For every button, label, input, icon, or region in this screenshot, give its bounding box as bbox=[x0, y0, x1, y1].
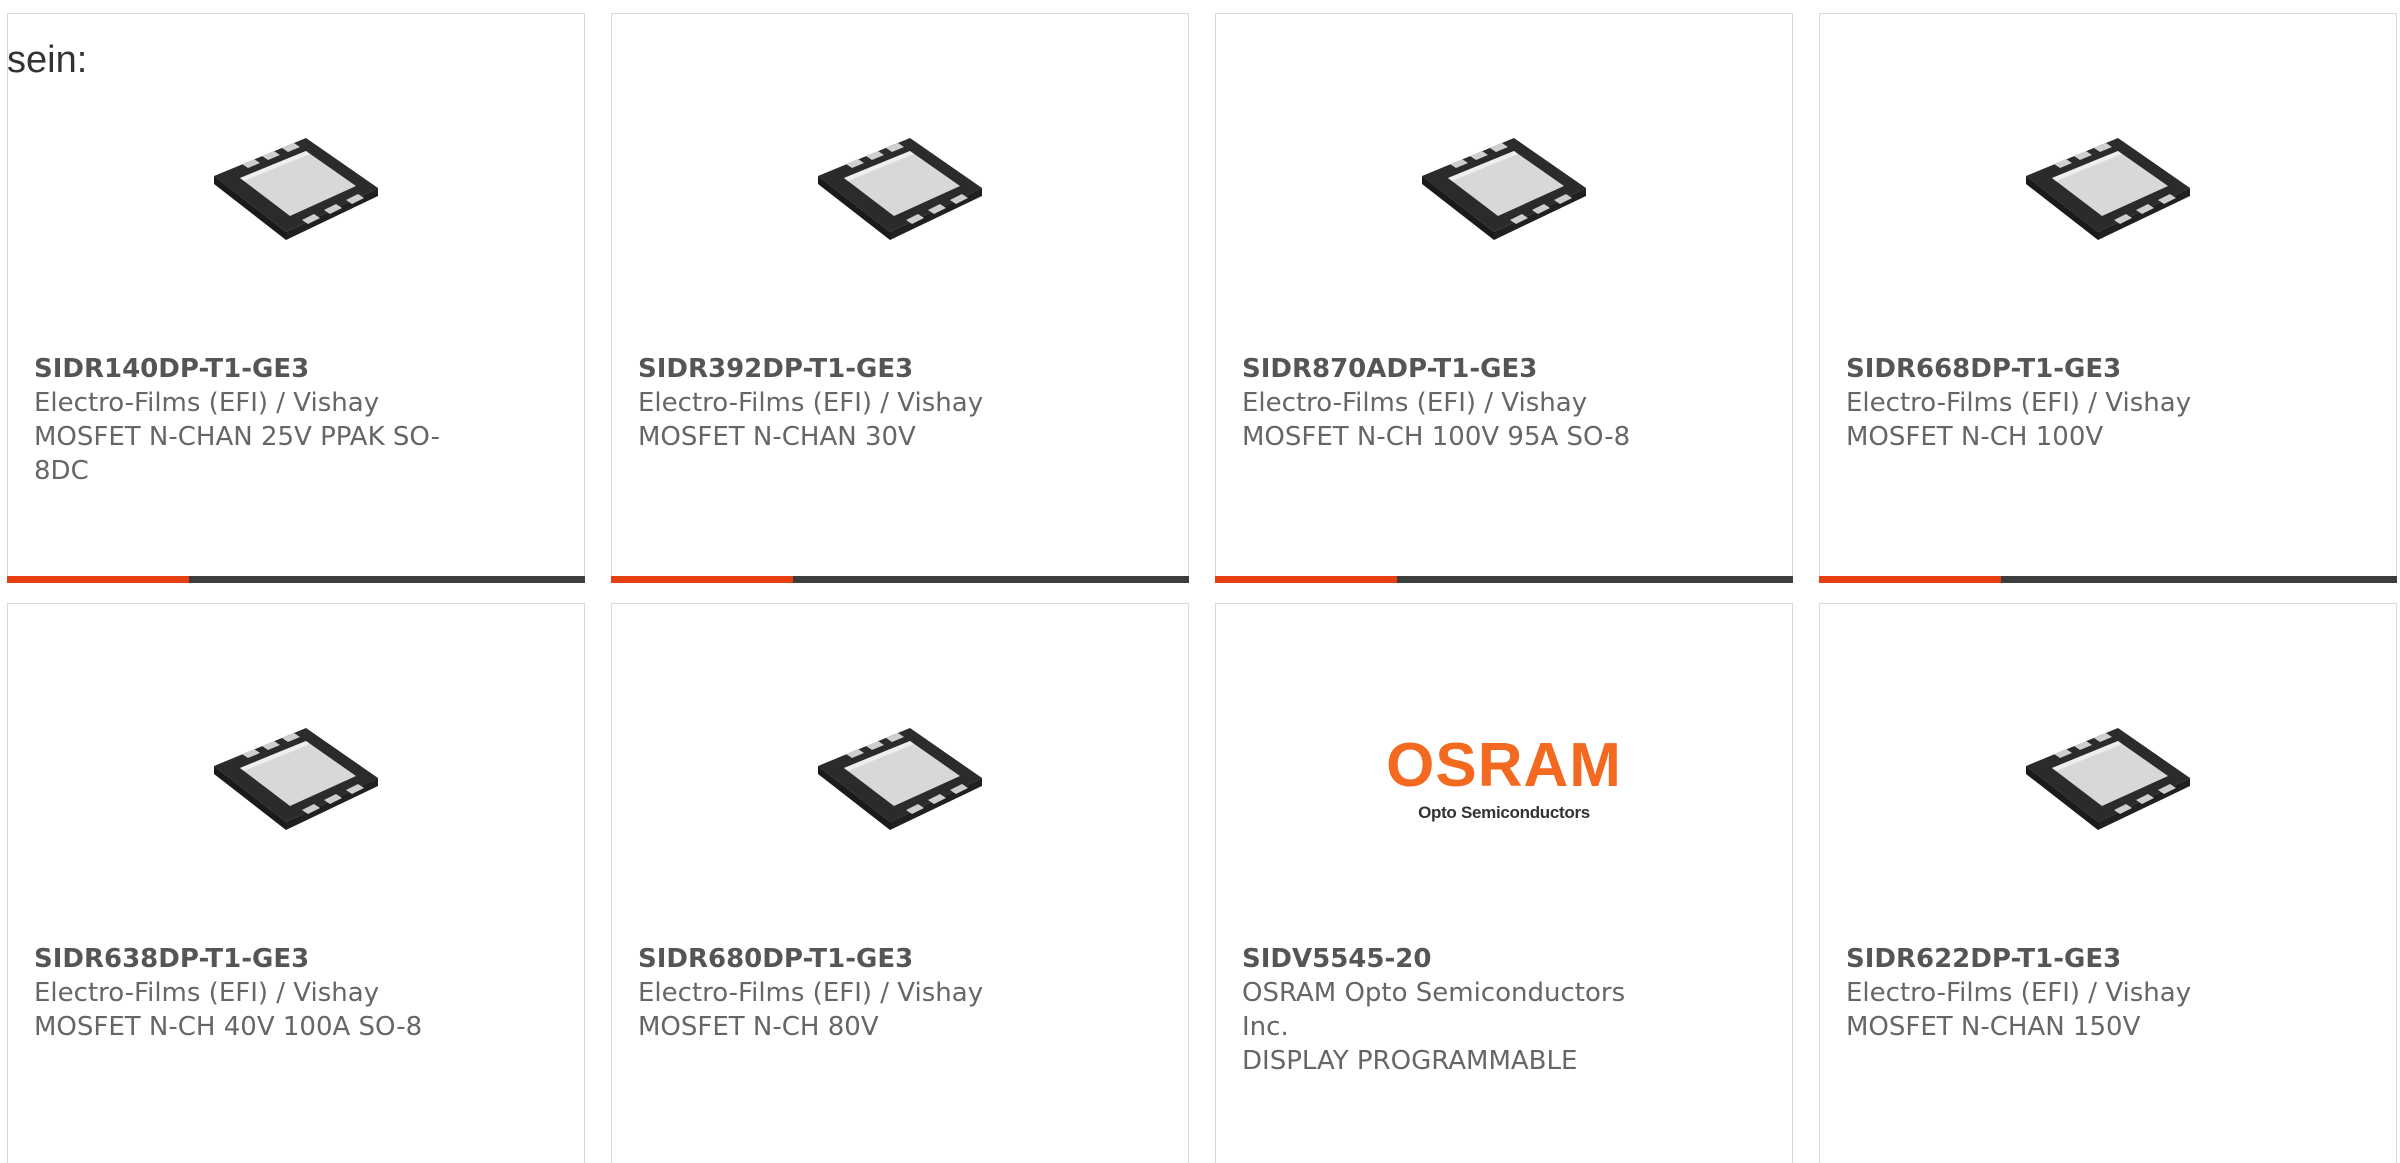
card-bottom-bar bbox=[1819, 576, 2397, 583]
product-image[interactable] bbox=[612, 114, 1188, 264]
product-card[interactable]: OSRAM Opto Semiconductors SIDV5545-20 OS… bbox=[1215, 603, 1793, 1163]
description: MOSFET N-CHAN 150V bbox=[1846, 1012, 2141, 1042]
product-info: SIDR392DP-T1-GE3 Electro-Films (EFI) / V… bbox=[638, 352, 1058, 454]
manufacturer: Electro-Films (EFI) / Vishay bbox=[1846, 388, 2192, 418]
part-number-link[interactable]: SIDR638DP-T1-GE3 bbox=[34, 942, 454, 976]
description: MOSFET N-CH 80V bbox=[638, 1012, 879, 1042]
product-card[interactable]: SIDR622DP-T1-GE3 Electro-Films (EFI) / V… bbox=[1819, 603, 2397, 1163]
product-info: SIDV5545-20 OSRAM Opto Semiconductors In… bbox=[1242, 942, 1662, 1078]
product-info: SIDR622DP-T1-GE3 Electro-Films (EFI) / V… bbox=[1846, 942, 2266, 1044]
product-image[interactable] bbox=[1216, 114, 1792, 264]
osram-logo-subtitle: Opto Semiconductors bbox=[1418, 803, 1590, 822]
description: MOSFET N-CHAN 25V PPAK SO-8DC bbox=[34, 422, 440, 486]
accent-stripe bbox=[7, 576, 189, 583]
product-image[interactable] bbox=[8, 114, 584, 264]
manufacturer: Electro-Films (EFI) / Vishay bbox=[638, 978, 984, 1008]
intro-text: sein: bbox=[7, 39, 88, 81]
accent-stripe bbox=[1215, 576, 1397, 583]
manufacturer: Electro-Films (EFI) / Vishay bbox=[1242, 388, 1588, 418]
description: MOSFET N-CH 100V 95A SO-8 bbox=[1242, 422, 1631, 452]
part-number-link[interactable]: SIDR140DP-T1-GE3 bbox=[34, 352, 454, 386]
description: MOSFET N-CHAN 30V bbox=[638, 422, 916, 452]
mosfet-package-icon bbox=[206, 724, 386, 834]
card-bottom-bar bbox=[7, 576, 585, 583]
product-image[interactable] bbox=[8, 704, 584, 854]
description: MOSFET N-CH 100V bbox=[1846, 422, 2104, 452]
product-info: SIDR638DP-T1-GE3 Electro-Films (EFI) / V… bbox=[34, 942, 454, 1044]
product-card[interactable]: SIDR680DP-T1-GE3 Electro-Films (EFI) / V… bbox=[611, 603, 1189, 1163]
part-number-link[interactable]: SIDV5545-20 bbox=[1242, 942, 1662, 976]
manufacturer: Electro-Films (EFI) / Vishay bbox=[34, 978, 380, 1008]
part-number-link[interactable]: SIDR870ADP-T1-GE3 bbox=[1242, 352, 1662, 386]
product-image[interactable]: OSRAM Opto Semiconductors bbox=[1216, 704, 1792, 854]
part-number-link[interactable]: SIDR680DP-T1-GE3 bbox=[638, 942, 1058, 976]
osram-logo: OSRAM Opto Semiconductors bbox=[1386, 735, 1622, 823]
card-bottom-bar bbox=[611, 576, 1189, 583]
mosfet-package-icon bbox=[1414, 134, 1594, 244]
manufacturer: Electro-Films (EFI) / Vishay bbox=[34, 388, 380, 418]
card-bottom-bar bbox=[1215, 576, 1793, 583]
product-info: SIDR668DP-T1-GE3 Electro-Films (EFI) / V… bbox=[1846, 352, 2266, 454]
product-image[interactable] bbox=[612, 704, 1188, 854]
product-info: SIDR680DP-T1-GE3 Electro-Films (EFI) / V… bbox=[638, 942, 1058, 1044]
mosfet-package-icon bbox=[2018, 724, 2198, 834]
product-info: SIDR140DP-T1-GE3 Electro-Films (EFI) / V… bbox=[34, 352, 454, 488]
accent-stripe bbox=[1819, 576, 2001, 583]
manufacturer: Electro-Films (EFI) / Vishay bbox=[1846, 978, 2192, 1008]
product-info: SIDR870ADP-T1-GE3 Electro-Films (EFI) / … bbox=[1242, 352, 1662, 454]
product-grid-page: sein: SIDR140DP-T1-GE3 Electro-Films (EF… bbox=[0, 0, 2400, 1163]
description: DISPLAY PROGRAMMABLE bbox=[1242, 1046, 1578, 1076]
mosfet-package-icon bbox=[810, 724, 990, 834]
product-card[interactable]: SIDR668DP-T1-GE3 Electro-Films (EFI) / V… bbox=[1819, 13, 2397, 583]
product-image[interactable] bbox=[1820, 704, 2396, 854]
mosfet-package-icon bbox=[2018, 134, 2198, 244]
manufacturer: Electro-Films (EFI) / Vishay bbox=[638, 388, 984, 418]
product-card[interactable]: SIDR392DP-T1-GE3 Electro-Films (EFI) / V… bbox=[611, 13, 1189, 583]
part-number-link[interactable]: SIDR392DP-T1-GE3 bbox=[638, 352, 1058, 386]
product-card[interactable]: SIDR140DP-T1-GE3 Electro-Films (EFI) / V… bbox=[7, 13, 585, 583]
manufacturer: OSRAM Opto Semiconductors Inc. bbox=[1242, 978, 1626, 1042]
product-card[interactable]: SIDR870ADP-T1-GE3 Electro-Films (EFI) / … bbox=[1215, 13, 1793, 583]
product-image[interactable] bbox=[1820, 114, 2396, 264]
osram-logo-brand: OSRAM bbox=[1386, 731, 1622, 800]
part-number-link[interactable]: SIDR622DP-T1-GE3 bbox=[1846, 942, 2266, 976]
mosfet-package-icon bbox=[810, 134, 990, 244]
mosfet-package-icon bbox=[206, 134, 386, 244]
product-card[interactable]: SIDR638DP-T1-GE3 Electro-Films (EFI) / V… bbox=[7, 603, 585, 1163]
part-number-link[interactable]: SIDR668DP-T1-GE3 bbox=[1846, 352, 2266, 386]
accent-stripe bbox=[611, 576, 793, 583]
description: MOSFET N-CH 40V 100A SO-8 bbox=[34, 1012, 423, 1042]
